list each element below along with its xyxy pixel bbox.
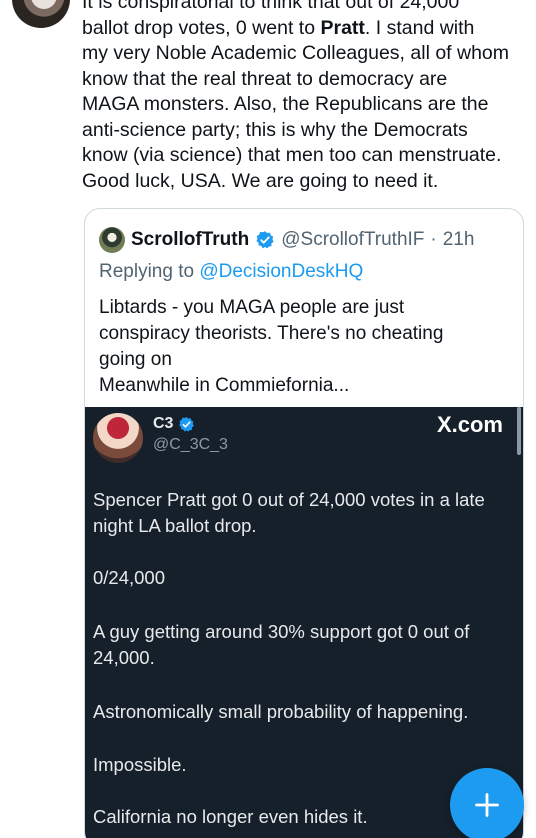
- embedded-author-avatar: [93, 413, 143, 463]
- embedded-screenshot[interactable]: C3 @C_3C_3 X.com Spencer Pratt got 0 out…: [85, 407, 523, 838]
- quoted-text-line: Meanwhile in Commiefornia...: [99, 375, 350, 396]
- replying-to-mention[interactable]: @DecisionDeskHQ: [199, 261, 363, 282]
- site-label: X.com: [436, 412, 503, 437]
- embedded-author-handle: @C_3C_3: [153, 436, 228, 453]
- tweet-line: know (via science) that men too can mens…: [82, 144, 502, 166]
- quoted-tweet-text: Libtards - you MAGA people are just cons…: [99, 295, 509, 399]
- tweet-line: MAGA monsters. Also, the Republicans are…: [82, 93, 489, 115]
- embedded-paragraph: 0/24,000: [93, 567, 166, 588]
- verified-badge-icon: [179, 416, 195, 432]
- embedded-paragraph: A guy getting around 30% support got 0 o…: [93, 621, 470, 668]
- tweet-line: my very Noble Academic Colleagues, all o…: [82, 42, 510, 64]
- tweet-line: Good luck, USA. We are going to need it.: [82, 169, 439, 192]
- tweet-text: It is conspiratorial to think that out o…: [82, 0, 528, 194]
- plus-icon: [475, 793, 499, 817]
- tweet-line: It is conspiratorial to think that out o…: [82, 0, 460, 13]
- compose-button[interactable]: [450, 768, 524, 838]
- quoted-text-line: Libtards - you MAGA people are just: [99, 297, 405, 318]
- replying-to-label: Replying to: [99, 261, 200, 282]
- tweet-text-span: . I stand with: [364, 16, 475, 39]
- scrollbar[interactable]: [517, 407, 521, 455]
- quoted-tweet-card[interactable]: ScrollofTruth @ScrollofTruthIF · 21h Rep…: [84, 208, 524, 838]
- quoted-author-avatar[interactable]: [99, 227, 125, 253]
- replying-to: Replying to @DecisionDeskHQ: [99, 261, 363, 283]
- tweet-line: ballot drop votes, 0 went to Pratt. I st…: [82, 16, 528, 42]
- tweet-line: anti-science party; this is why the Demo…: [82, 118, 468, 141]
- quoted-tweet-header: ScrollofTruth @ScrollofTruthIF · 21h: [99, 227, 474, 253]
- quoted-text-line: going on: [99, 349, 172, 370]
- embedded-author-name: C3: [153, 415, 174, 432]
- embedded-paragraph: Impossible.: [93, 754, 187, 775]
- quoted-author-name[interactable]: ScrollofTruth: [131, 229, 249, 251]
- embedded-paragraph: Astronomically small probability of happ…: [93, 701, 469, 722]
- author-avatar[interactable]: [12, 0, 70, 28]
- verified-badge-icon: [256, 231, 274, 249]
- tweet-bold-text: Pratt: [320, 16, 365, 39]
- embedded-author-name-row: C3: [153, 415, 195, 433]
- quoted-timestamp[interactable]: 21h: [443, 229, 475, 251]
- embedded-paragraph: Spencer Pratt got 0 out of 24,000 votes …: [93, 489, 485, 536]
- tweet-text-span: ballot drop votes, 0 went to: [82, 16, 321, 39]
- separator-dot: ·: [430, 229, 437, 250]
- quoted-text-line: conspiracy theorists. There's no cheatin…: [99, 323, 444, 344]
- tweet-line: know that the real threat to democracy a…: [82, 67, 448, 90]
- quoted-author-handle[interactable]: @ScrollofTruthIF: [281, 229, 424, 251]
